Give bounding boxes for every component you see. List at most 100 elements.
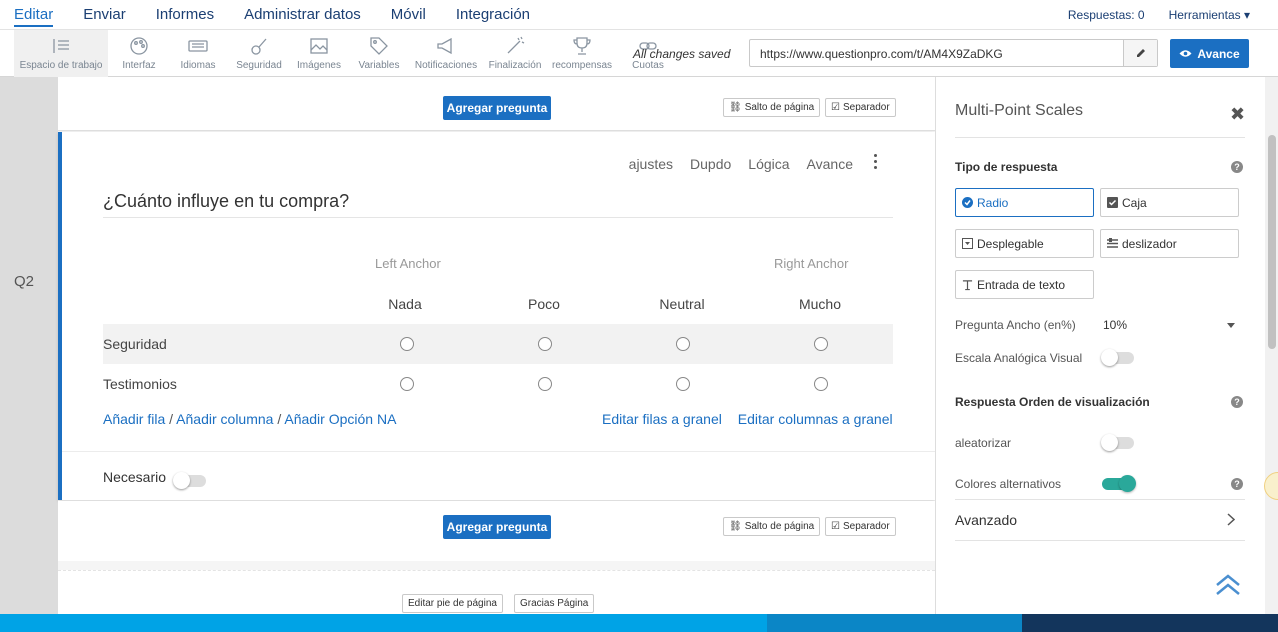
tool-label: Interfaz [122, 60, 156, 71]
menu-integracion[interactable]: Integración [456, 6, 530, 27]
question-title[interactable]: ¿Cuánto influye en tu compra? [103, 191, 349, 212]
scroll-top-icon[interactable] [1215, 574, 1241, 596]
scrollbar[interactable] [1265, 77, 1278, 614]
row-label[interactable]: Testimonios [103, 376, 177, 392]
settings-panel: Multi-Point Scales ✖ Tipo de respuesta ?… [935, 77, 1265, 614]
toggle-knob [1101, 349, 1118, 366]
question-number: Q2 [14, 273, 35, 290]
menu-movil[interactable]: Móvil [391, 6, 426, 27]
randomize-toggle[interactable] [1101, 434, 1134, 451]
survey-url-field[interactable]: https://www.questionpro.com/t/AM4X9ZaDKG [749, 39, 1158, 67]
option-checkbox[interactable]: Caja [1100, 188, 1239, 217]
radio-option[interactable] [400, 337, 414, 351]
radio-option[interactable] [400, 377, 414, 391]
option-slider[interactable]: deslizador [1100, 229, 1239, 258]
column-header[interactable]: Poco [504, 296, 584, 312]
option-text-input[interactable]: Entrada de texto [955, 270, 1094, 299]
right-anchor-label[interactable]: Right Anchor [774, 256, 848, 271]
separator-button[interactable]: ☑ Separador [825, 98, 896, 117]
radio-option[interactable] [538, 337, 552, 351]
add-question-button[interactable]: Agregar pregunta [443, 515, 551, 539]
menu-editar[interactable]: Editar [14, 6, 54, 27]
option-radio[interactable]: Radio [955, 188, 1094, 217]
megaphone-icon [435, 35, 457, 57]
tool-security[interactable]: Seguridad [232, 30, 286, 77]
help-icon[interactable]: ? [1231, 478, 1243, 490]
table-row: Seguridad [103, 324, 893, 364]
settings-link[interactable]: ajustes [629, 156, 673, 172]
page-break-button[interactable]: ⛓ Salto de página [723, 517, 821, 536]
link-separator: / [165, 411, 177, 427]
survey-canvas: Agregar pregunta ⛓ Salto de página ☑ Separ… [58, 77, 935, 614]
option-dropdown[interactable]: Desplegable [955, 229, 1094, 258]
edit-footer-button[interactable]: Editar pie de página [402, 594, 503, 613]
top-nav: Editar Enviar Informes Administrar datos… [0, 0, 1278, 30]
chevron-right-icon[interactable] [1227, 513, 1235, 526]
add-na-option-link[interactable]: Añadir Opción NA [284, 411, 396, 427]
visual-scale-toggle[interactable] [1101, 349, 1134, 366]
checkbox-icon: ☑ [831, 521, 840, 532]
width-select[interactable]: 10% [1103, 318, 1127, 332]
add-question-bar-top: Agregar pregunta ⛓ Salto de página ☑ Separ… [58, 77, 935, 131]
thanks-page-button[interactable]: Gracias Página [514, 594, 595, 613]
separator-button[interactable]: ☑ Separador [825, 517, 896, 536]
help-icon[interactable]: ? [1231, 396, 1243, 408]
page-break-label: Salto de página [744, 521, 815, 532]
tool-rewards[interactable]: recompensas [550, 30, 614, 77]
radio-option[interactable] [814, 337, 828, 351]
tool-languages[interactable]: Idiomas [176, 30, 220, 77]
caret-down-icon[interactable] [1227, 323, 1235, 328]
save-status: All changes saved [633, 47, 731, 61]
add-question-button[interactable]: Agregar pregunta [443, 96, 551, 120]
add-row-link[interactable]: Añadir fila [103, 411, 165, 427]
radio-option[interactable] [676, 337, 690, 351]
preview-button[interactable]: Avance [1170, 39, 1249, 68]
advance-link[interactable]: Avance [807, 156, 853, 172]
nav-right: Respuestas: 0 Herramientas ▾ [1068, 8, 1250, 22]
radio-option[interactable] [538, 377, 552, 391]
tool-images[interactable]: Imágenes [294, 30, 344, 77]
tool-workspace[interactable]: Espacio de trabajo [14, 30, 108, 77]
scrollbar-thumb[interactable] [1268, 135, 1276, 349]
add-column-link[interactable]: Añadir columna [176, 411, 273, 427]
row-label[interactable]: Seguridad [103, 336, 167, 352]
toggle-knob [173, 472, 190, 489]
column-header[interactable]: Neutral [642, 296, 722, 312]
bulk-edit-columns-link[interactable]: Editar columnas a granel [738, 411, 893, 427]
tool-label: Notificaciones [414, 60, 478, 71]
close-icon[interactable]: ✖ [1230, 104, 1245, 125]
menu-informes[interactable]: Informes [156, 6, 214, 27]
tool-label: Seguridad [236, 60, 282, 71]
question-card[interactable]: ajustes Dupdo Lógica Avance ¿Cuánto infl… [58, 132, 935, 500]
option-label: deslizador [1122, 236, 1177, 251]
option-label: Entrada de texto [977, 277, 1066, 292]
column-header[interactable]: Nada [365, 296, 445, 312]
tool-variables[interactable]: Variables [354, 30, 404, 77]
menu-enviar[interactable]: Enviar [83, 6, 126, 27]
help-icon[interactable]: ? [1231, 161, 1243, 173]
tool-notifications[interactable]: Notificaciones [411, 30, 481, 77]
tool-label: Espacio de trabajo [19, 60, 103, 71]
tag-icon [368, 35, 390, 57]
responses-count[interactable]: Respuestas: 0 [1068, 8, 1145, 22]
tool-finalization[interactable]: Finalización [486, 30, 544, 77]
more-options-icon[interactable] [874, 154, 878, 172]
menu-administrar-datos[interactable]: Administrar datos [244, 6, 361, 27]
column-header[interactable]: Mucho [780, 296, 860, 312]
tool-interface[interactable]: Interfaz [118, 30, 160, 77]
advanced-section[interactable]: Avanzado [955, 512, 1017, 528]
left-anchor-label[interactable]: Left Anchor [375, 256, 441, 271]
required-toggle[interactable] [173, 472, 206, 489]
radio-option[interactable] [676, 377, 690, 391]
bulk-edit-rows-link[interactable]: Editar filas a granel [602, 411, 722, 427]
alt-colors-toggle[interactable] [1102, 475, 1136, 492]
tools-dropdown[interactable]: Herramientas ▾ [1169, 8, 1250, 22]
slider-icon [1107, 238, 1118, 249]
left-gutter: Q2 [0, 77, 58, 614]
page-break-button[interactable]: ⛓ Salto de página [723, 98, 821, 117]
edit-url-button[interactable] [1123, 40, 1157, 66]
bottom-bar [0, 614, 1278, 632]
radio-option[interactable] [814, 377, 828, 391]
logic-link[interactable]: Lógica [748, 156, 789, 172]
duplicate-link[interactable]: Dupdo [690, 156, 731, 172]
